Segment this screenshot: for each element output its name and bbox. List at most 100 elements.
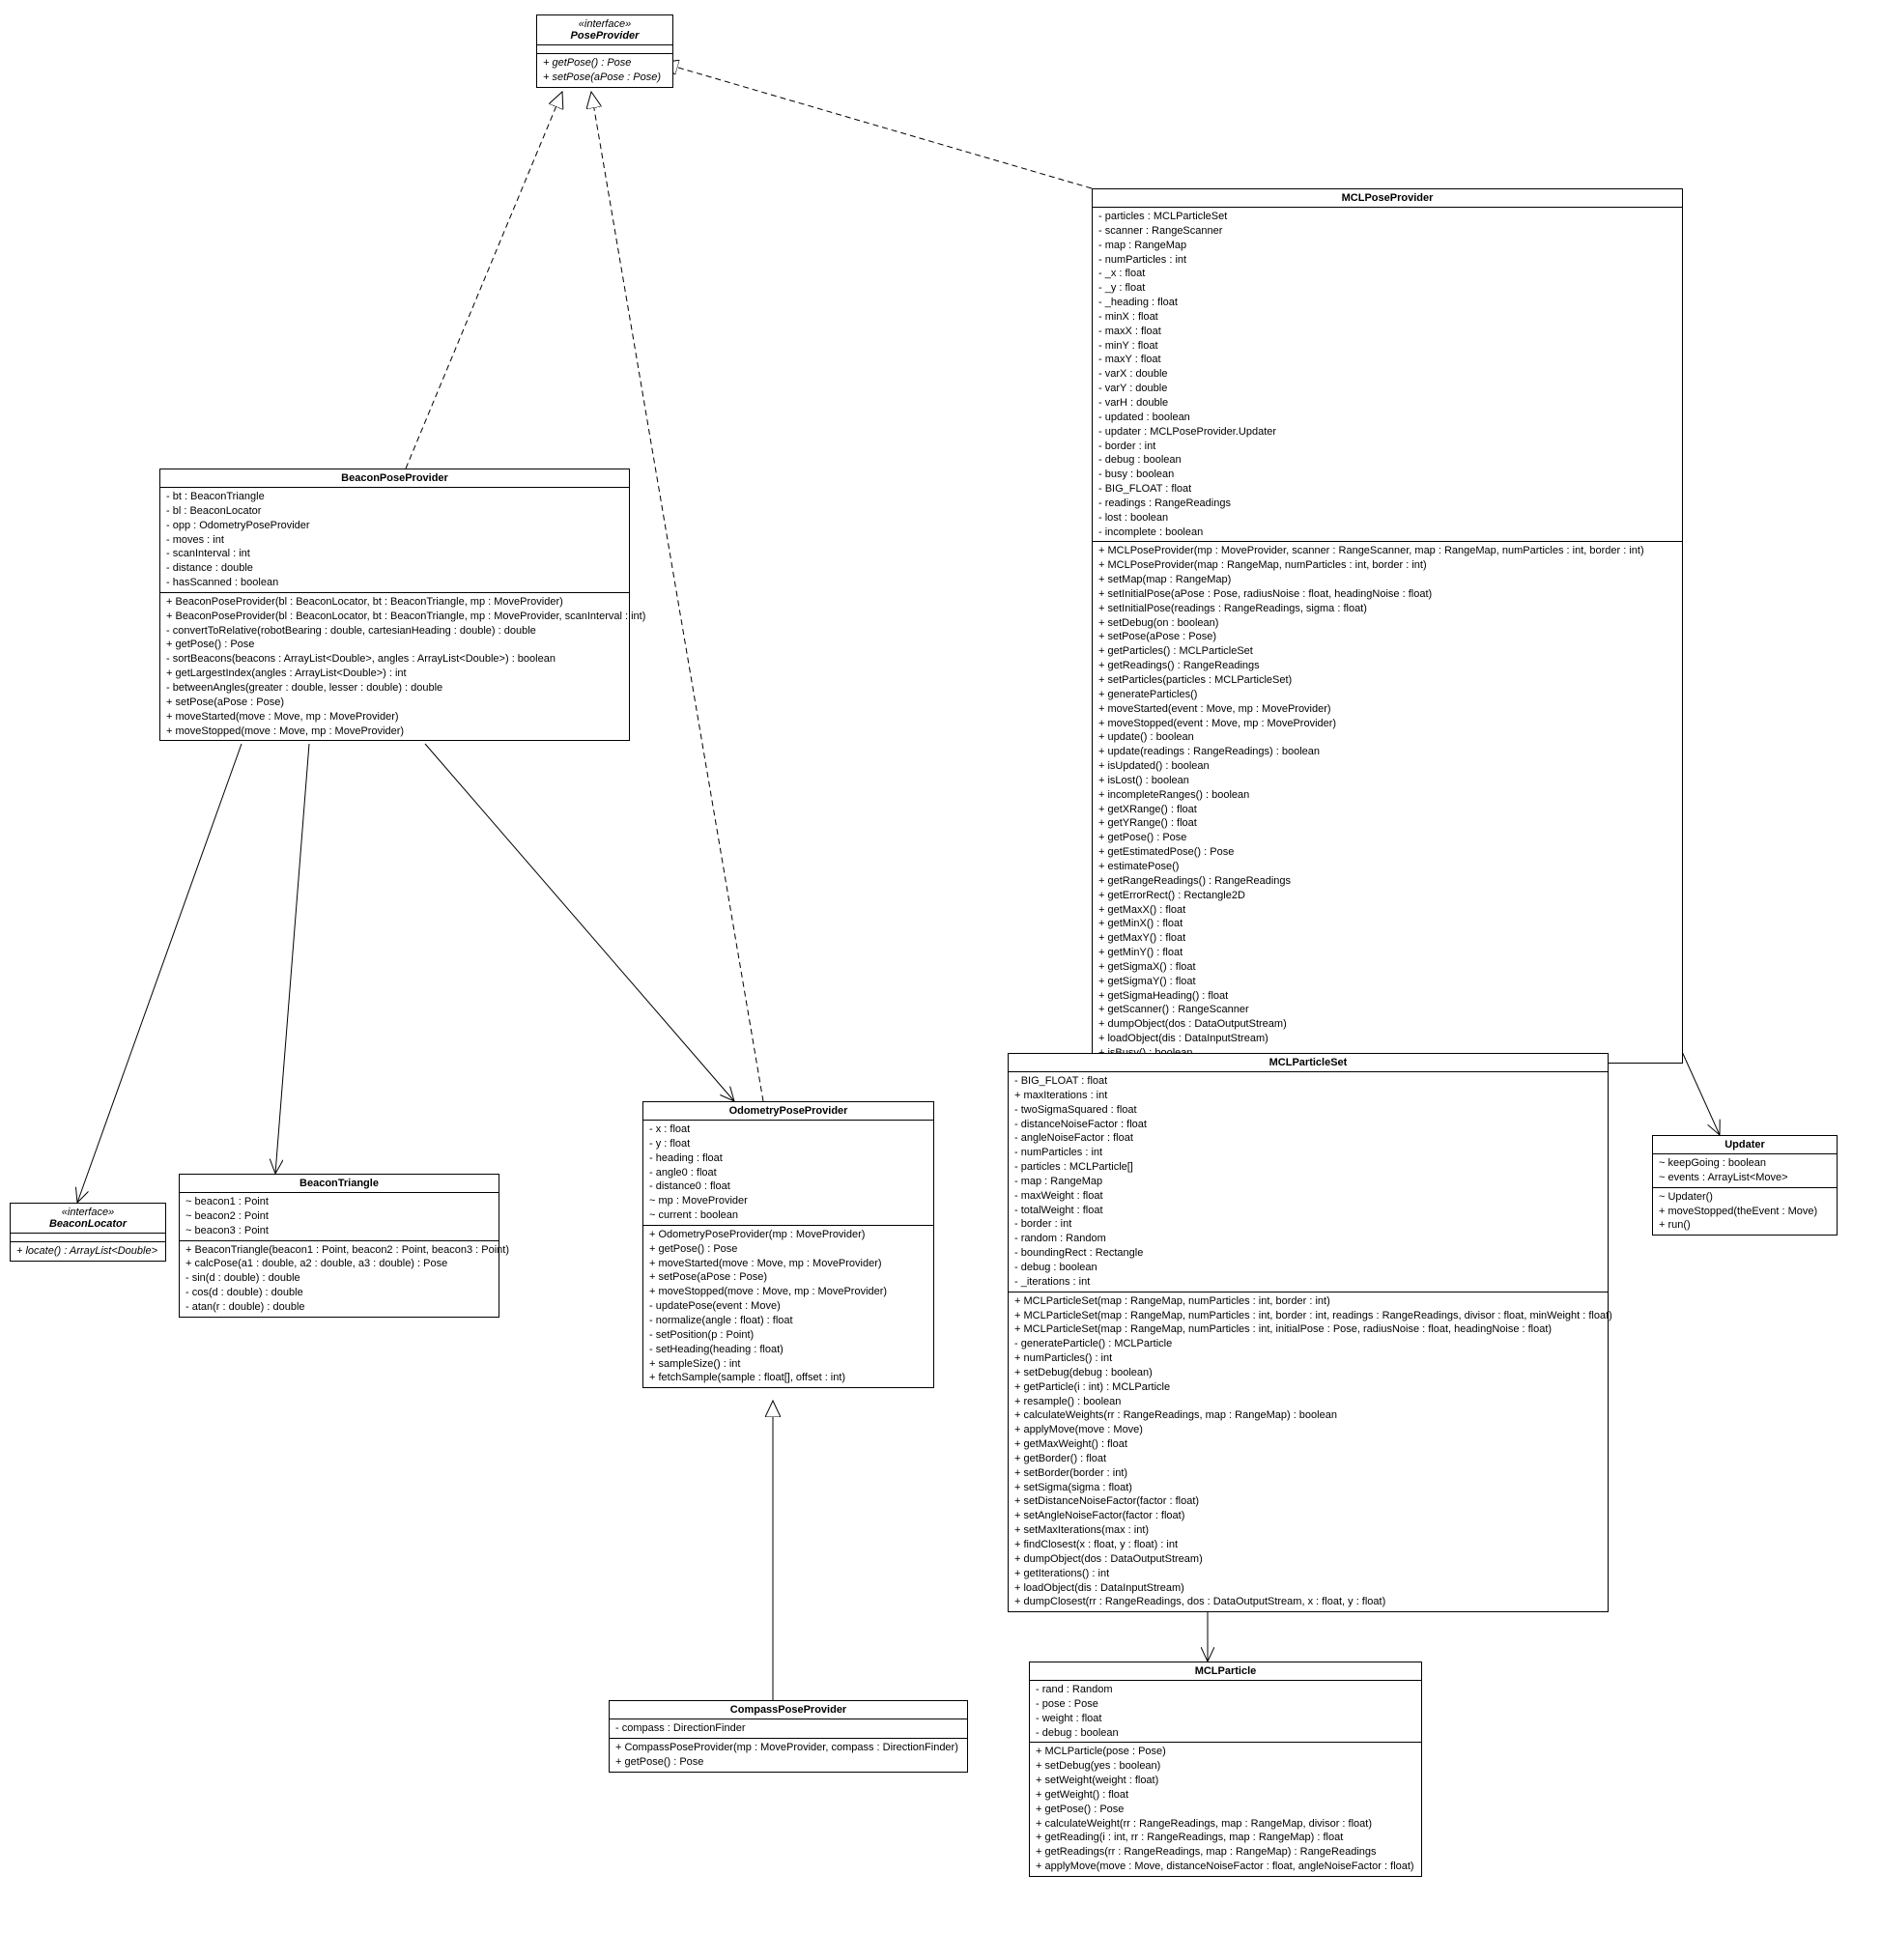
member-row: - border : int: [1014, 1217, 1602, 1232]
methods: + MCLParticleSet(map : RangeMap, numPart…: [1009, 1292, 1608, 1612]
member-row: - minY : float: [1098, 339, 1676, 354]
member-row: + locate() : ArrayList<Double>: [16, 1244, 159, 1259]
member-row: + setDistanceNoiseFactor(factor : float): [1014, 1494, 1602, 1509]
member-row: + moveStarted(move : Move, mp : MoveProv…: [166, 710, 623, 724]
member-row: - angleNoiseFactor : float: [1014, 1131, 1602, 1146]
member-row: + resample() : boolean: [1014, 1395, 1602, 1409]
member-row: + setDebug(yes : boolean): [1036, 1759, 1415, 1774]
member-row: + MCLPoseProvider(map : RangeMap, numPar…: [1098, 558, 1676, 573]
member-row: + maxIterations : int: [1014, 1089, 1602, 1103]
member-row: + setInitialPose(aPose : Pose, radiusNoi…: [1098, 587, 1676, 602]
member-row: + MCLParticleSet(map : RangeMap, numPart…: [1014, 1309, 1602, 1323]
member-row: - varX : double: [1098, 367, 1676, 382]
member-row: + getYRange() : float: [1098, 816, 1676, 831]
member-row: - maxWeight : float: [1014, 1189, 1602, 1204]
member-row: + CompassPoseProvider(mp : MoveProvider,…: [615, 1741, 961, 1755]
class-updater: Updater ~ keepGoing : boolean~ events : …: [1652, 1135, 1838, 1236]
member-row: - x : float: [649, 1122, 927, 1137]
member-row: + setMaxIterations(max : int): [1014, 1523, 1602, 1538]
member-row: - scanInterval : int: [166, 547, 623, 561]
member-row: ~ beacon3 : Point: [185, 1224, 493, 1238]
member-row: + MCLParticleSet(map : RangeMap, numPart…: [1014, 1294, 1602, 1309]
methods: + OdometryPoseProvider(mp : MoveProvider…: [643, 1226, 933, 1387]
member-row: + dumpObject(dos : DataOutputStream): [1098, 1017, 1676, 1032]
attrs: - x : float- y : float- heading : float-…: [643, 1121, 933, 1226]
member-row: - setPosition(p : Point): [649, 1328, 927, 1343]
member-row: ~ mp : MoveProvider: [649, 1194, 927, 1208]
class-name: PoseProvider: [571, 30, 640, 42]
class-mclposeprovider: MCLPoseProvider - particles : MCLParticl…: [1092, 188, 1683, 1064]
member-row: - updater : MCLPoseProvider.Updater: [1098, 425, 1676, 440]
member-row: + getEstimatedPose() : Pose: [1098, 845, 1676, 860]
member-row: - debug : boolean: [1014, 1261, 1602, 1275]
member-row: - BIG_FLOAT : float: [1098, 482, 1676, 497]
member-row: + getReadings() : RangeReadings: [1098, 659, 1676, 673]
class-odometryposeprovider: OdometryPoseProvider - x : float- y : fl…: [642, 1101, 934, 1388]
class-mclparticle: MCLParticle - rand : Random- pose : Pose…: [1029, 1662, 1422, 1877]
class-beacontriangle: BeaconTriangle ~ beacon1 : Point~ beacon…: [179, 1174, 499, 1318]
member-row: - normalize(angle : float) : float: [649, 1314, 927, 1328]
member-row: - distanceNoiseFactor : float: [1014, 1118, 1602, 1132]
attrs: - compass : DirectionFinder: [610, 1719, 967, 1739]
class-name: OdometryPoseProvider: [729, 1105, 848, 1117]
stereotype: «interface»: [543, 18, 667, 30]
methods: ~ Updater()+ moveStopped(theEvent : Move…: [1653, 1188, 1837, 1236]
member-row: + getParticles() : MCLParticleSet: [1098, 644, 1676, 659]
member-row: - particles : MCLParticleSet: [1098, 210, 1676, 224]
member-row: - generateParticle() : MCLParticle: [1014, 1337, 1602, 1351]
member-row: - BIG_FLOAT : float: [1014, 1074, 1602, 1089]
member-row: - setHeading(heading : float): [649, 1343, 927, 1357]
member-row: + dumpObject(dos : DataOutputStream): [1014, 1552, 1602, 1567]
stereotype: «interface»: [16, 1207, 159, 1218]
member-row: + isUpdated() : boolean: [1098, 759, 1676, 774]
member-row: + moveStopped(move : Move, mp : MoveProv…: [166, 724, 623, 739]
class-name: BeaconTriangle: [299, 1178, 379, 1189]
class-beaconlocator: «interface» BeaconLocator + locate() : A…: [10, 1203, 166, 1262]
class-mclparticleset: MCLParticleSet - BIG_FLOAT : float+ maxI…: [1008, 1053, 1609, 1612]
member-row: + loadObject(dis : DataInputStream): [1014, 1581, 1602, 1596]
member-row: + setParticles(particles : MCLParticleSe…: [1098, 673, 1676, 688]
methods: + CompassPoseProvider(mp : MoveProvider,…: [610, 1739, 967, 1772]
member-row: - rand : Random: [1036, 1683, 1415, 1697]
member-row: + fetchSample(sample : float[], offset :…: [649, 1371, 927, 1385]
member-row: + BeaconTriangle(beacon1 : Point, beacon…: [185, 1243, 493, 1258]
member-row: + moveStopped(theEvent : Move): [1659, 1205, 1831, 1219]
member-row: + BeaconPoseProvider(bl : BeaconLocator,…: [166, 595, 623, 610]
member-row: - maxY : float: [1098, 353, 1676, 367]
member-row: + getParticle(i : int) : MCLParticle: [1014, 1380, 1602, 1395]
member-row: - _x : float: [1098, 267, 1676, 281]
member-row: - sin(d : double) : double: [185, 1271, 493, 1286]
methods: + MCLPoseProvider(mp : MoveProvider, sca…: [1093, 542, 1682, 1062]
member-row: ~ events : ArrayList<Move>: [1659, 1171, 1831, 1185]
member-row: - lost : boolean: [1098, 511, 1676, 526]
member-row: - updated : boolean: [1098, 411, 1676, 425]
member-row: + getLargestIndex(angles : ArrayList<Dou…: [166, 667, 623, 681]
attrs: ~ keepGoing : boolean~ events : ArrayLis…: [1653, 1154, 1837, 1188]
member-row: + getPose() : Pose: [615, 1755, 961, 1770]
member-row: ~ beacon2 : Point: [185, 1209, 493, 1224]
member-row: + incompleteRanges() : boolean: [1098, 788, 1676, 803]
member-row: - bl : BeaconLocator: [166, 504, 623, 519]
methods: + locate() : ArrayList<Double>: [11, 1242, 165, 1261]
member-row: + generateParticles(): [1098, 688, 1676, 702]
member-row: - border : int: [1098, 440, 1676, 454]
member-row: - opp : OdometryPoseProvider: [166, 519, 623, 533]
member-row: + update(readings : RangeReadings) : boo…: [1098, 745, 1676, 759]
member-row: - distance : double: [166, 561, 623, 576]
member-row: - _iterations : int: [1014, 1275, 1602, 1290]
member-row: + calculateWeights(rr : RangeReadings, m…: [1014, 1408, 1602, 1423]
member-row: + getIterations() : int: [1014, 1567, 1602, 1581]
member-row: + setMap(map : RangeMap): [1098, 573, 1676, 587]
member-row: + calculateWeight(rr : RangeReadings, ma…: [1036, 1817, 1415, 1832]
member-row: + setPose(aPose : Pose): [543, 71, 667, 85]
member-row: + numParticles() : int: [1014, 1351, 1602, 1366]
member-row: - minX : float: [1098, 310, 1676, 325]
member-row: - heading : float: [649, 1151, 927, 1166]
member-row: ~ current : boolean: [649, 1208, 927, 1223]
member-row: - updatePose(event : Move): [649, 1299, 927, 1314]
member-row: + getPose() : Pose: [543, 56, 667, 71]
class-name: MCLPoseProvider: [1342, 192, 1434, 204]
member-row: + MCLParticleSet(map : RangeMap, numPart…: [1014, 1322, 1602, 1337]
class-name: CompassPoseProvider: [730, 1704, 846, 1716]
member-row: + setPose(aPose : Pose): [1098, 630, 1676, 644]
